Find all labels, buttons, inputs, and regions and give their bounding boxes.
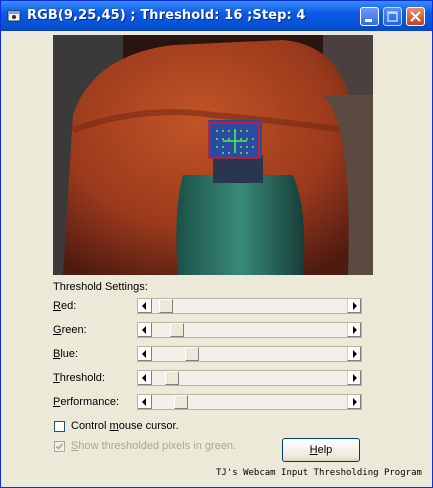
arrow-left-icon xyxy=(142,350,146,358)
arrow-right-icon xyxy=(353,374,357,382)
arrow-right-icon xyxy=(353,302,357,310)
control-mouse-checkbox[interactable] xyxy=(54,421,65,432)
close-button[interactable] xyxy=(406,7,425,26)
arrow-left-icon xyxy=(142,326,146,334)
window-title: RGB(9,25,45) ; Threshold: 16 ;Step: 4 xyxy=(27,8,306,23)
webcam-video-frame[interactable] xyxy=(53,35,373,275)
green-label: Green: xyxy=(53,324,87,336)
performance-slider-left-arrow[interactable] xyxy=(138,395,152,409)
app-window: RGB(9,25,45) ; Threshold: 16 ;Step: 4 Th… xyxy=(0,0,433,488)
show-thresholded-label: Show thresholded pixels in green. xyxy=(71,440,237,452)
minimize-icon xyxy=(365,19,372,22)
green-slider-thumb[interactable] xyxy=(170,323,185,337)
arrow-left-icon xyxy=(142,398,146,406)
close-icon xyxy=(410,11,421,22)
blue-slider[interactable] xyxy=(137,346,362,362)
performance-slider[interactable] xyxy=(137,394,362,410)
arrow-left-icon xyxy=(142,302,146,310)
threshold-settings-heading: Threshold Settings: xyxy=(53,281,148,293)
control-mouse-label[interactable]: Control mouse cursor. xyxy=(71,420,179,432)
performance-slider-right-arrow[interactable] xyxy=(347,395,361,409)
green-slider[interactable] xyxy=(137,322,362,338)
maximize-icon xyxy=(387,11,398,22)
arrow-right-icon xyxy=(353,326,357,334)
threshold-slider[interactable] xyxy=(137,370,362,386)
client-area: Threshold Settings: Red: Green: Blue: Th… xyxy=(4,31,429,484)
green-slider-left-arrow[interactable] xyxy=(138,323,152,337)
performance-label: Performance: xyxy=(53,396,120,408)
webcam-app-icon[interactable] xyxy=(7,9,21,22)
red-slider-right-arrow[interactable] xyxy=(347,299,361,313)
performance-slider-thumb[interactable] xyxy=(173,395,188,409)
arrow-left-icon xyxy=(142,374,146,382)
red-slider-thumb[interactable] xyxy=(159,299,174,313)
show-thresholded-checkbox xyxy=(54,441,65,452)
green-slider-right-arrow[interactable] xyxy=(347,323,361,337)
blue-label: Blue: xyxy=(53,348,79,360)
help-button[interactable]: Help xyxy=(282,438,360,462)
blue-slider-right-arrow[interactable] xyxy=(347,347,361,361)
checkmark-icon xyxy=(55,443,64,450)
blue-slider-thumb[interactable] xyxy=(184,347,199,361)
maximize-button[interactable] xyxy=(383,7,402,26)
threshold-slider-thumb[interactable] xyxy=(164,371,179,385)
threshold-slider-left-arrow[interactable] xyxy=(138,371,152,385)
footer-caption: TJ's Webcam Input Thresholding Program xyxy=(216,468,422,478)
arrow-right-icon xyxy=(353,398,357,406)
minimize-button[interactable] xyxy=(360,7,379,26)
red-label: Red: xyxy=(53,300,77,312)
threshold-slider-right-arrow[interactable] xyxy=(347,371,361,385)
title-bar[interactable]: RGB(9,25,45) ; Threshold: 16 ;Step: 4 xyxy=(1,1,432,31)
arrow-right-icon xyxy=(353,350,357,358)
blue-slider-left-arrow[interactable] xyxy=(138,347,152,361)
red-slider-left-arrow[interactable] xyxy=(138,299,152,313)
red-slider[interactable] xyxy=(137,298,362,314)
threshold-label: Threshold: xyxy=(53,372,105,384)
